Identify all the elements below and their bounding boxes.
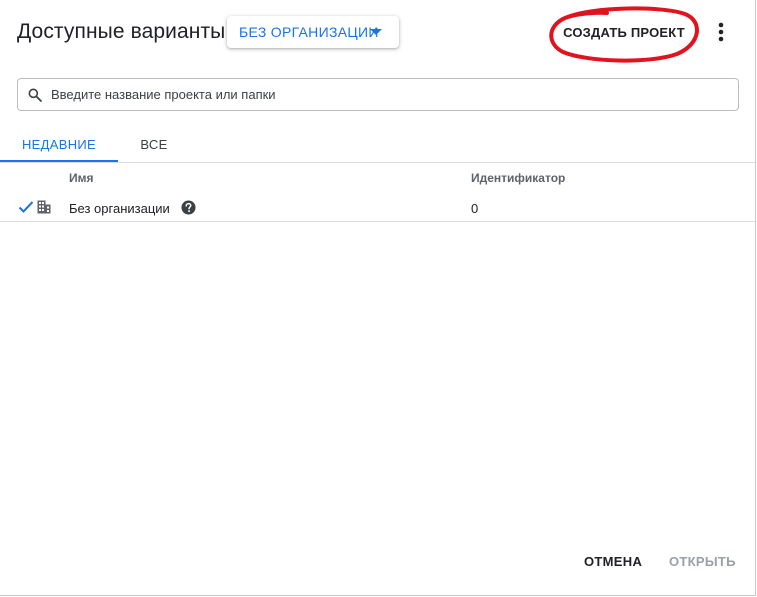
caret-down-icon <box>370 29 382 35</box>
row-name: Без организации <box>69 201 170 216</box>
table-row[interactable]: Без организации 0 <box>0 193 755 222</box>
search-input[interactable] <box>49 80 733 109</box>
search-icon <box>28 88 42 102</box>
help-icon[interactable] <box>181 200 196 215</box>
more-vert-icon[interactable] <box>708 18 732 46</box>
create-project-button[interactable]: СОЗДАТЬ ПРОЕКТ <box>557 16 691 48</box>
open-button[interactable]: ОТКРЫТЬ <box>669 549 736 573</box>
select-project-dialog: Доступные варианты: БЕЗ ОРГАНИЗАЦИИ СОЗД… <box>0 0 756 596</box>
building-icon <box>37 200 51 214</box>
dialog-title: Доступные варианты: <box>17 20 232 43</box>
row-id: 0 <box>471 201 479 216</box>
organization-select[interactable]: БЕЗ ОРГАНИЗАЦИИ <box>227 16 399 48</box>
check-icon <box>18 201 34 213</box>
tab-recent[interactable]: НЕДАВНИЕ <box>0 128 118 162</box>
search-box <box>17 78 739 111</box>
organization-select-value: БЕЗ ОРГАНИЗАЦИИ <box>239 24 379 40</box>
tab-all[interactable]: ВСЕ <box>118 128 190 161</box>
column-header-name: Имя <box>69 171 94 185</box>
column-header-id: Идентификатор <box>471 171 566 185</box>
cancel-button[interactable]: ОТМЕНА <box>584 549 642 573</box>
tab-bar: НЕДАВНИЕ ВСЕ <box>0 128 755 163</box>
